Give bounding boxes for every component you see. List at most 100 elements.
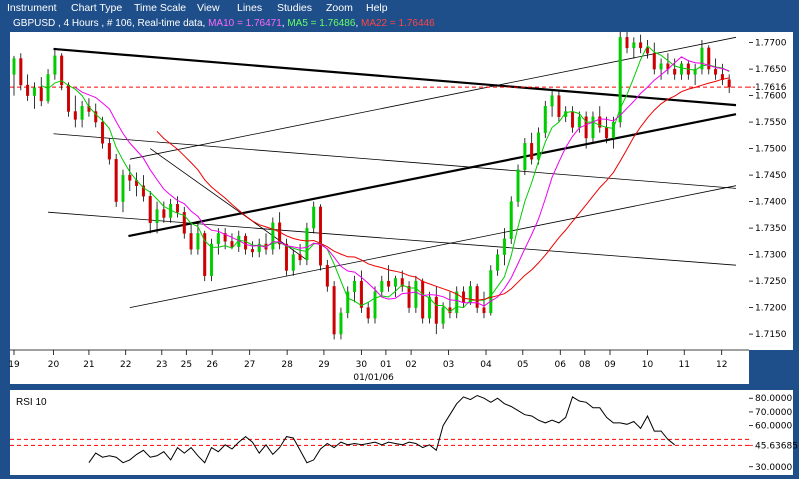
candle <box>19 53 23 91</box>
price-tick-label: 1.7200 <box>755 304 787 314</box>
candle-body <box>462 291 466 303</box>
price-tick-label: 1.7150 <box>755 330 787 340</box>
candle-body <box>148 196 152 224</box>
candle <box>373 286 377 324</box>
candle-body <box>291 254 295 271</box>
time-tick-label: 04 <box>480 360 492 370</box>
candle-body <box>441 307 445 324</box>
candle-body <box>121 174 125 202</box>
candle-body <box>155 209 159 224</box>
price-tick-label: 1.7550 <box>755 118 787 128</box>
candle <box>414 275 418 313</box>
candle-body <box>536 132 540 160</box>
candle-body <box>605 127 609 139</box>
ma22-label: MA22 = 1.76446 <box>361 18 435 29</box>
rsi-tick-label: 80.0000 <box>755 394 792 404</box>
candle-body <box>680 63 684 75</box>
candle-body <box>502 238 506 255</box>
rsi-tick-label: 30.0000 <box>755 463 792 473</box>
candle-body <box>543 105 547 133</box>
candle-body <box>107 143 111 160</box>
price-tick-label: 1.7500 <box>755 145 787 155</box>
candle-body <box>366 307 370 319</box>
candle-body <box>339 312 343 335</box>
candle-body <box>659 63 663 70</box>
candle-body <box>673 68 677 75</box>
candle-body <box>244 235 248 250</box>
candle <box>114 153 118 207</box>
candle-body <box>475 286 479 308</box>
time-tick-label: 02 <box>405 360 416 370</box>
candle <box>284 238 288 276</box>
candle-body <box>387 280 391 287</box>
time-tick-label: 20 <box>48 360 60 370</box>
time-tick-label: 29 <box>318 360 330 370</box>
time-tick-label: 06 <box>555 360 567 370</box>
time-tick-label: 25 <box>181 360 192 370</box>
candle-body <box>298 254 302 261</box>
candle-body <box>216 233 220 245</box>
candle-body <box>571 111 575 128</box>
candle-body <box>359 280 363 308</box>
candle <box>489 265 493 316</box>
candle-body <box>66 84 70 112</box>
candle-body <box>332 286 336 335</box>
candle-body <box>434 296 438 324</box>
candle-body <box>312 206 316 229</box>
candle <box>543 100 547 138</box>
price-tick-label: 1.7250 <box>755 277 787 287</box>
candle-body <box>353 280 357 292</box>
candle-body <box>114 158 118 202</box>
rsi-panel <box>10 390 749 475</box>
candle <box>332 281 336 340</box>
candle-body <box>427 296 431 319</box>
candle-body <box>101 121 105 144</box>
candle-body <box>210 243 214 276</box>
price-tick-label: 1.7300 <box>755 251 787 261</box>
candle-body <box>373 291 377 319</box>
candle-body <box>591 116 595 139</box>
price-tick-label: 1.7700 <box>755 39 787 49</box>
candle-body <box>73 111 77 120</box>
candle-body <box>380 280 384 292</box>
time-tick-label: 21 <box>83 360 94 370</box>
candle-body <box>305 227 309 261</box>
candle-body <box>496 254 500 271</box>
candle-body <box>557 95 561 117</box>
candle-body <box>625 37 629 49</box>
time-tick-label: 27 <box>244 360 255 370</box>
time-tick-label: 01 <box>380 360 391 370</box>
main-chart-panel <box>10 32 749 350</box>
candle <box>421 278 425 324</box>
time-tick-label: 10 <box>642 360 654 370</box>
rsi-tick-label: 70.0000 <box>755 408 792 418</box>
price-axis-panel <box>749 32 793 350</box>
candle <box>305 222 309 266</box>
rsi-title: RSI 10 <box>16 397 47 408</box>
candle-body <box>196 233 200 250</box>
candle-body <box>80 105 84 120</box>
time-tick-label: 23 <box>156 360 167 370</box>
candle-body <box>325 265 329 287</box>
candle-body <box>523 143 527 171</box>
candle-body <box>12 58 16 75</box>
candle-body <box>284 243 288 271</box>
time-tick-label: 05 <box>517 360 528 370</box>
candle-body <box>714 68 718 75</box>
candle-body <box>19 58 23 86</box>
candle-body <box>250 249 254 253</box>
candle <box>618 32 622 128</box>
candle <box>319 204 323 271</box>
candle-body <box>278 222 282 245</box>
candle-body <box>26 84 30 96</box>
time-tick-label: 12 <box>716 360 727 370</box>
candle-body <box>530 143 534 160</box>
candle-body <box>652 53 656 70</box>
candle <box>509 196 513 244</box>
candle-body <box>489 270 493 314</box>
time-tick-label: 28 <box>281 360 293 370</box>
candle-body <box>271 222 275 250</box>
chart-title: GBPUSD , 4 Hours , # 106, Real-time data… <box>13 18 435 29</box>
candle-body <box>414 280 418 308</box>
time-tick-label: 19 <box>8 360 20 370</box>
